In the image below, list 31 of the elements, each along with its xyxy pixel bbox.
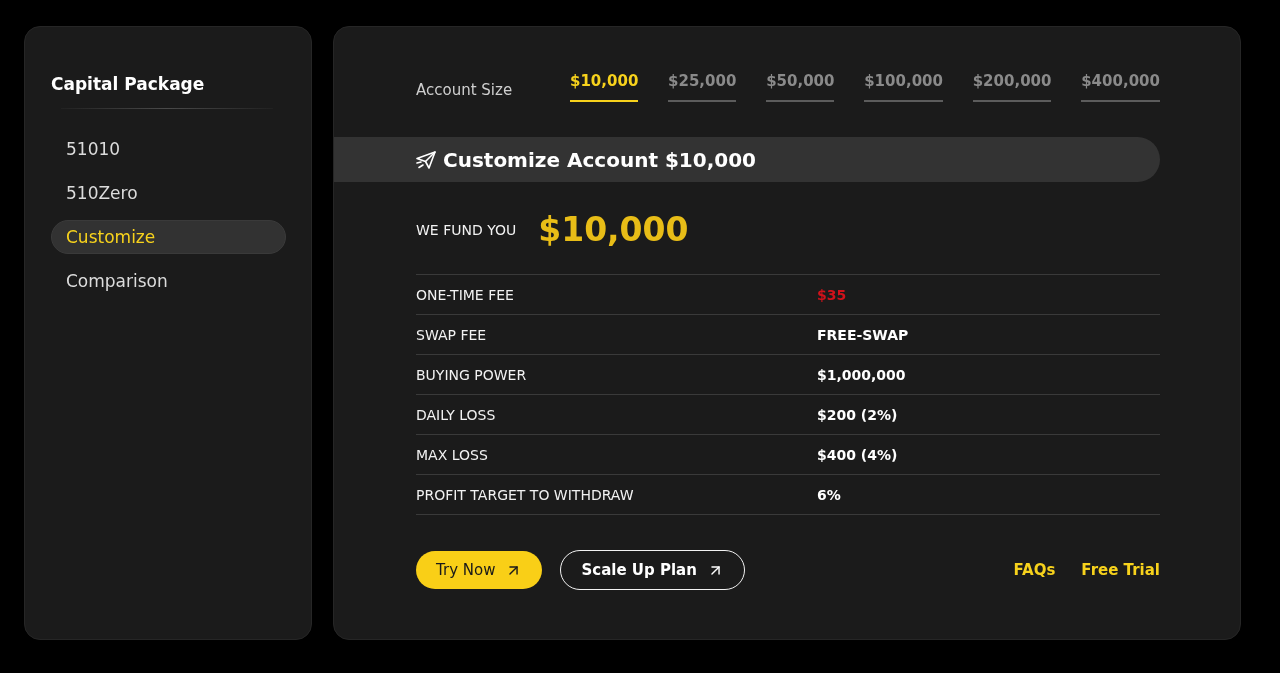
table-cell: ONE-TIME FEE [416, 286, 514, 303]
fund-label: WE FUND YOU [416, 222, 517, 238]
footer-link[interactable]: FAQs [1013, 561, 1056, 579]
section-title: Customize Account $10,000 [443, 147, 756, 172]
account-size-tab[interactable]: $10,000 [570, 71, 639, 102]
sidebar-item[interactable]: 51010 [51, 132, 286, 166]
account-size-tab[interactable]: $200,000 [972, 71, 1052, 102]
table-cell: DAILY LOSS [416, 406, 496, 423]
table-cell: $400 (4%) [817, 446, 898, 463]
table-cell: BUYING POWER [416, 366, 527, 383]
account-size-tab[interactable]: $100,000 [864, 71, 943, 102]
sidebar-item[interactable]: 510Zero [51, 176, 286, 210]
table-cell: PROFIT TARGET TO WITHDRAW [416, 486, 634, 503]
table-cell: 6% [817, 486, 841, 503]
sidebar-item[interactable]: Customize [51, 220, 286, 254]
table-cell: FREE-SWAP [817, 326, 909, 343]
table-cell: $35 [817, 286, 847, 303]
table-cell: SWAP FEE [416, 326, 487, 343]
sidebar-title: Capital Package [51, 73, 205, 96]
account-size-tab[interactable]: $50,000 [766, 71, 835, 102]
primary-button[interactable]: Try Now [416, 551, 543, 589]
account-size-tab[interactable]: $400,000 [1081, 71, 1160, 102]
table-cell: MAX LOSS [416, 446, 488, 463]
footer-link[interactable]: Free Trial [1081, 561, 1160, 579]
account-size-label: Account Size [416, 80, 514, 101]
account-size-tab[interactable]: $25,000 [668, 71, 737, 102]
fund-amount: $10,000 [538, 210, 689, 250]
sidebar-item[interactable]: Comparison [51, 264, 286, 298]
paper-plane-icon [416, 150, 436, 169]
table-cell: $200 (2%) [817, 406, 898, 423]
table-cell: $1,000,000 [817, 366, 906, 383]
